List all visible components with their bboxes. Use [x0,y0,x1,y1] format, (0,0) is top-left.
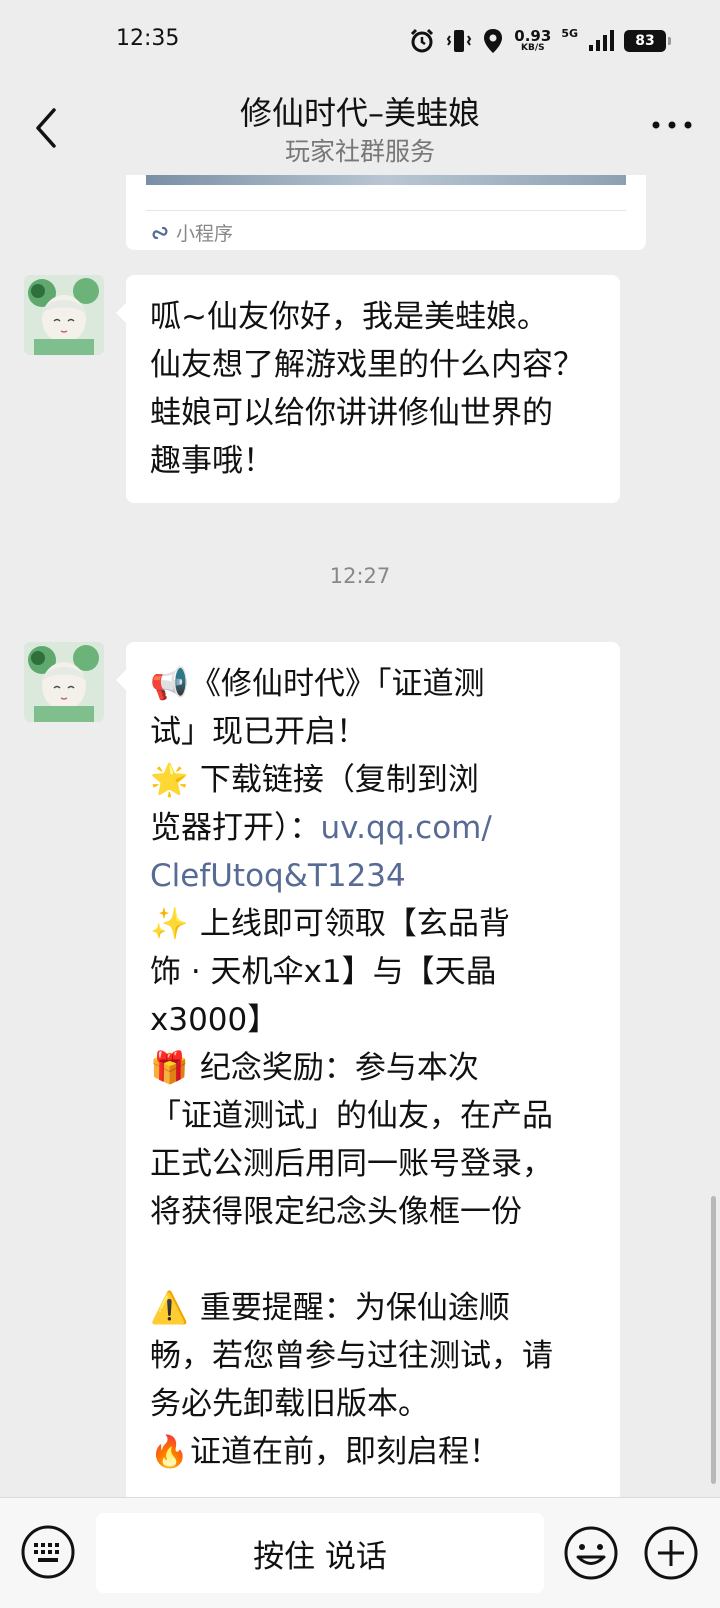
announcement-text: 正式公测后用同一账号登录， [150,1146,553,1182]
star-icon: 🌟 [150,762,189,798]
announcement-text: 证道在前，即刻启程！ [190,1434,500,1470]
more-functions-button[interactable] [642,1524,700,1582]
chat-title: 修仙时代–美蛙娘 [239,94,480,132]
avatar[interactable] [24,642,104,722]
input-bar: 按住 说话 [0,1497,720,1608]
announcement-text: 「证道测试」的仙友，在产品 [150,1098,553,1134]
message-text: 仙友想了解游戏里的什么内容？ [150,347,584,383]
message-text: 趣事哦！ [150,443,274,479]
network-type: 5G [561,26,578,40]
scrollbar[interactable] [711,1196,716,1484]
network-speed: 0.93 KB/S [514,27,552,53]
mini-program-card[interactable]: 小程序 [126,175,646,250]
mini-program-icon [152,226,168,239]
location-icon [484,29,503,53]
signal-icon [589,30,614,51]
announcement-text: x3000】 [150,1002,279,1038]
announcement-text: 《修仙时代》「证道测 [190,666,485,702]
emoji-button[interactable] [562,1524,620,1582]
announcement-text: 饰 · 天机伞x1】与【天晶 [150,954,497,990]
announcement-text: 下载链接（复制到浏 [199,762,479,798]
announcement-text: 览器打开）： [150,810,321,846]
chat-subtitle: 玩家社群服务 [284,137,435,166]
message-text: 蛙娘可以给你讲讲修仙世界的 [150,395,553,431]
announcement-text: 上线即可领取【玄品背 [199,906,510,942]
announcement-text: 重要提醒：为保仙途顺 [199,1290,510,1326]
announcement-text: 试」现已开启！ [150,714,367,750]
alarm-icon [411,28,434,53]
message-timestamp: 12:27 [329,564,391,588]
mini-program-label: 小程序 [176,223,234,245]
status-time: 12:35 [116,26,180,51]
warning-icon: ⚠️ [150,1290,189,1326]
message-text: 呱~仙友你好，我是美蛙娘。 [150,299,548,335]
battery-indicator: 83 [624,30,671,52]
status-icons: 0.93 KB/S 5G 83 [408,24,671,58]
status-bar: 12:35 0.93 KB/S 5G 83 [0,0,720,80]
download-link[interactable]: uv.qq.com/ [321,810,492,846]
message-bubble[interactable]: 呱~仙友你好，我是美蛙娘。 仙友想了解游戏里的什么内容？ 蛙娘可以给你讲讲修仙世… [116,275,620,503]
fire-icon: 🔥 [150,1434,189,1470]
announcement-bubble[interactable]: 📢《修仙时代》「证道测 试」现已开启！ 🌟 下载链接（复制到浏 览器打开）：uv… [116,642,620,1502]
mini-program-thumbnail [146,175,626,185]
megaphone-icon: 📢 [150,666,189,702]
divider [146,210,626,211]
announcement-text: 务必先卸载旧版本。 [150,1386,429,1422]
avatar[interactable] [24,275,104,355]
keyboard-toggle-button[interactable] [20,1524,76,1580]
vibrate-icon [447,30,472,52]
hold-to-talk-button[interactable]: 按住 说话 [96,1513,544,1593]
download-link[interactable]: ClefUtoq&T1234 [150,852,596,900]
sparkles-icon: ✨ [150,906,189,942]
gift-icon: 🎁 [150,1050,189,1086]
more-options-button[interactable] [648,110,696,140]
announcement-text: 纪念奖励：参与本次 [199,1050,479,1086]
mini-program-footer: 小程序 [150,219,233,246]
announcement-text: 将获得限定纪念头像框一份 [150,1194,522,1230]
announcement-text: 畅，若您曾参与过往测试，请 [150,1338,553,1374]
chat-header: 修仙时代–美蛙娘 玩家社群服务 [0,80,720,175]
